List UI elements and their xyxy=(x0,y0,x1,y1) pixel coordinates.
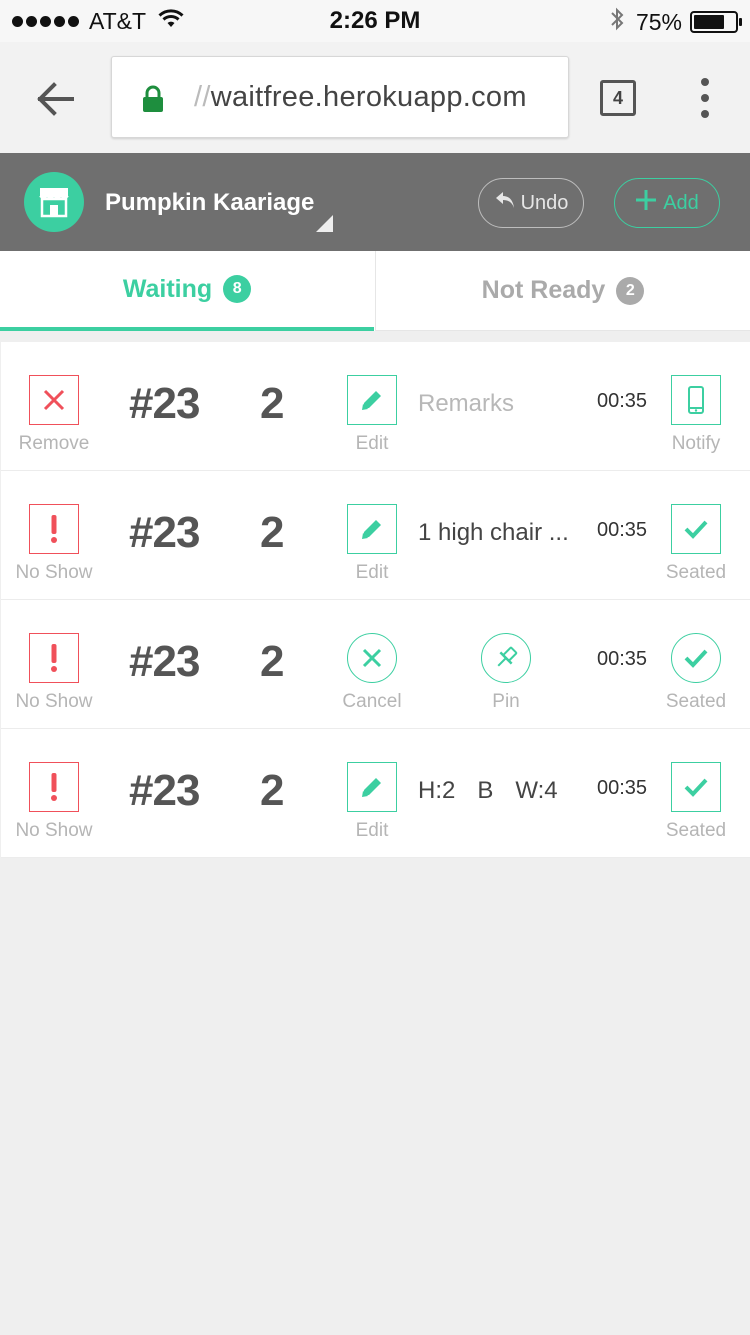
store-selector[interactable]: Pumpkin Kaariage xyxy=(105,189,314,217)
url-scheme: // xyxy=(194,81,211,113)
wait-time: 00:35 xyxy=(597,777,648,799)
count-badge: 8 xyxy=(223,275,252,303)
queue-tabs: Waiting 8 Not Ready 2 xyxy=(0,251,750,331)
action-label: No Show xyxy=(15,820,93,841)
count-badge: 2 xyxy=(616,276,645,305)
pin-button[interactable]: Pin xyxy=(452,600,560,713)
queue-row: No Show #23 2 Edit 1 high chair ... 00:3… xyxy=(1,471,750,600)
tag-booth: B xyxy=(477,777,494,804)
action-label: Edit xyxy=(355,562,389,583)
cancel-button[interactable]: Cancel xyxy=(318,600,426,713)
wait-time: 00:35 xyxy=(597,648,648,670)
plus-icon xyxy=(635,189,657,217)
action-label: Edit xyxy=(355,820,389,841)
phone-icon xyxy=(671,375,721,425)
seated-button[interactable]: Seated xyxy=(642,729,750,842)
tag-wheelchair: W:4 xyxy=(515,777,558,804)
notify-button[interactable]: Notify xyxy=(642,342,750,455)
action-label: Seated xyxy=(665,820,727,841)
app-header: Pumpkin Kaariage Undo Add xyxy=(0,153,750,251)
pencil-icon xyxy=(347,762,397,812)
add-label: Add xyxy=(663,191,699,214)
edit-button[interactable]: Edit xyxy=(318,729,426,842)
browser-toolbar: //waitfree.herokuapp.com 4 xyxy=(0,42,750,153)
pin-icon xyxy=(481,633,531,683)
seated-button[interactable]: Seated xyxy=(642,600,750,713)
queue-row: Remove #23 2 Edit Remarks 00:35 Notify xyxy=(1,342,750,471)
battery-percent: 75% xyxy=(635,8,682,35)
edit-button[interactable]: Edit xyxy=(318,471,426,584)
queue-list: Remove #23 2 Edit Remarks 00:35 Notify N… xyxy=(1,342,750,858)
wait-time: 00:35 xyxy=(597,390,648,412)
action-label: No Show xyxy=(15,691,93,712)
remove-button[interactable]: Remove xyxy=(0,342,108,455)
check-icon xyxy=(671,504,721,554)
tag-high-chair: H:2 xyxy=(418,777,456,804)
undo-button[interactable]: Undo xyxy=(478,178,584,228)
url-text: //waitfree.herokuapp.com xyxy=(194,81,527,114)
no-show-button[interactable]: No Show xyxy=(0,471,108,584)
queue-row: No Show #23 2 Cancel Pin 00:35 Seated xyxy=(1,600,750,729)
queue-row: No Show #23 2 Edit H:2 B W:4 00:35 Seated xyxy=(1,729,750,858)
no-show-button[interactable]: No Show xyxy=(0,729,108,842)
add-button[interactable]: Add xyxy=(614,178,720,228)
pencil-icon xyxy=(347,504,397,554)
check-icon xyxy=(671,633,721,683)
ticket-number: #23 xyxy=(129,637,200,686)
check-icon xyxy=(671,762,721,812)
ticket-number: #23 xyxy=(129,379,200,428)
exclamation-icon xyxy=(29,504,79,554)
tab-label: Not Ready xyxy=(481,276,606,304)
exclamation-icon xyxy=(29,762,79,812)
lock-icon xyxy=(142,85,164,118)
action-label: Seated xyxy=(665,691,727,712)
action-label: Seated xyxy=(665,562,727,583)
close-icon xyxy=(347,633,397,683)
tab-not-ready[interactable]: Not Ready 2 xyxy=(375,251,750,331)
battery-level xyxy=(694,15,724,29)
edit-button[interactable]: Edit xyxy=(318,342,426,455)
party-size: 2 xyxy=(260,508,285,557)
tab-waiting[interactable]: Waiting 8 xyxy=(0,251,374,331)
close-icon xyxy=(29,375,79,425)
bluetooth-icon xyxy=(610,7,624,37)
seating-tags[interactable]: H:2 B W:4 xyxy=(418,777,558,805)
caret-down-icon[interactable] xyxy=(316,215,333,232)
battery-icon xyxy=(690,11,742,33)
action-label: Remove xyxy=(18,433,90,454)
back-arrow-icon[interactable] xyxy=(30,74,80,124)
address-bar[interactable]: //waitfree.herokuapp.com xyxy=(111,56,569,138)
undo-label: Undo xyxy=(520,191,569,214)
remarks-text[interactable]: Remarks xyxy=(418,390,514,418)
remarks-text[interactable]: 1 high chair ... xyxy=(418,519,569,547)
exclamation-icon xyxy=(29,633,79,683)
ticket-number: #23 xyxy=(129,766,200,815)
action-label: Pin xyxy=(492,691,520,712)
more-menu-icon[interactable] xyxy=(697,78,713,118)
url-host: waitfree.herokuapp.com xyxy=(210,81,527,113)
party-size: 2 xyxy=(260,637,285,686)
action-label: Edit xyxy=(355,433,389,454)
action-label: No Show xyxy=(15,562,93,583)
tab-switcher-button[interactable]: 4 xyxy=(600,80,636,116)
ticket-number: #23 xyxy=(129,508,200,557)
party-size: 2 xyxy=(260,379,285,428)
tab-label: Waiting xyxy=(122,274,213,303)
seated-button[interactable]: Seated xyxy=(642,471,750,584)
wait-time: 00:35 xyxy=(597,519,648,541)
action-label: Notify xyxy=(671,433,721,454)
action-label: Cancel xyxy=(342,691,402,712)
undo-icon xyxy=(494,190,516,216)
no-show-button[interactable]: No Show xyxy=(0,600,108,713)
storefront-icon xyxy=(24,172,84,232)
pencil-icon xyxy=(347,375,397,425)
status-bar: AT&T 2:26 PM 75% xyxy=(0,0,750,42)
party-size: 2 xyxy=(260,766,285,815)
